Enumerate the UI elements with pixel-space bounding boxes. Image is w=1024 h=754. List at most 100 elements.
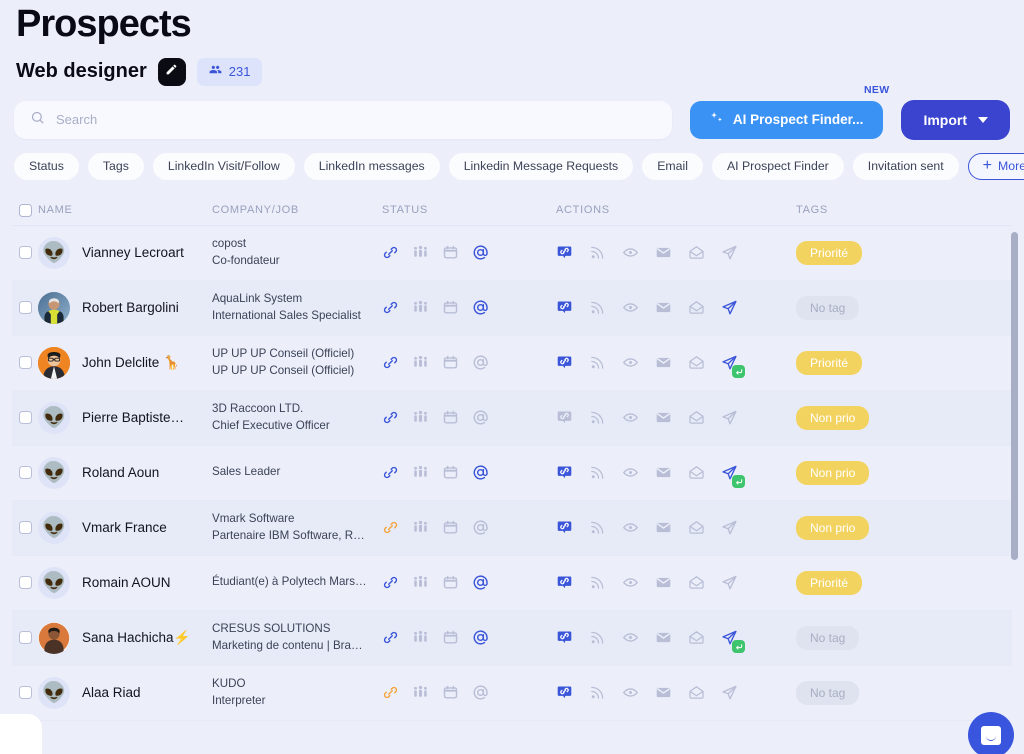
tags-cell[interactable]: Non prio: [796, 460, 1012, 485]
calendar-icon[interactable]: [442, 519, 459, 536]
mail-icon[interactable]: [655, 684, 672, 701]
people-icon[interactable]: [412, 464, 429, 481]
eye-icon[interactable]: [622, 629, 639, 646]
link-message-icon[interactable]: [556, 629, 573, 646]
people-icon[interactable]: [412, 684, 429, 701]
people-icon[interactable]: [412, 299, 429, 316]
row-checkbox[interactable]: [18, 466, 32, 480]
eye-icon[interactable]: [622, 244, 639, 261]
people-icon[interactable]: [412, 409, 429, 426]
link-icon[interactable]: [382, 574, 399, 591]
send-message-icon[interactable]: [721, 244, 738, 261]
row-checkbox[interactable]: [18, 686, 32, 700]
link-message-icon[interactable]: [556, 574, 573, 591]
people-icon[interactable]: [412, 244, 429, 261]
link-icon[interactable]: [382, 684, 399, 701]
tags-cell[interactable]: No tag: [796, 295, 1012, 320]
filter-chip-linkedin-visit-follow[interactable]: LinkedIn Visit/Follow: [152, 152, 295, 180]
send-message-icon[interactable]: [721, 409, 738, 426]
send-message-icon[interactable]: [721, 464, 745, 489]
calendar-icon[interactable]: [442, 574, 459, 591]
import-button[interactable]: Import: [901, 99, 1010, 140]
table-row[interactable]: 👽 Vmark France Vmark Software Partenaire…: [12, 500, 1012, 556]
prospect-name-cell[interactable]: John Delclite 🦒: [38, 346, 212, 379]
tag-badge[interactable]: No tag: [796, 625, 860, 650]
tags-cell[interactable]: Non prio: [796, 515, 1012, 540]
send-message-icon[interactable]: [721, 574, 738, 591]
rss-icon[interactable]: [589, 299, 606, 316]
tag-badge[interactable]: Priorité: [796, 350, 863, 375]
row-checkbox[interactable]: [18, 301, 32, 315]
calendar-icon[interactable]: [442, 629, 459, 646]
link-icon[interactable]: [382, 519, 399, 536]
mail-icon[interactable]: [655, 519, 672, 536]
row-checkbox[interactable]: [18, 521, 32, 535]
at-icon[interactable]: [472, 409, 489, 426]
mail-open-icon[interactable]: [688, 299, 705, 316]
people-icon[interactable]: [412, 629, 429, 646]
rss-icon[interactable]: [589, 574, 606, 591]
mail-open-icon[interactable]: [688, 574, 705, 591]
prospect-name-cell[interactable]: 👽 Alaa Riad: [38, 676, 212, 709]
link-icon[interactable]: [382, 354, 399, 371]
link-icon[interactable]: [382, 244, 399, 261]
filter-chip-linkedin-messages[interactable]: LinkedIn messages: [303, 152, 440, 180]
rss-icon[interactable]: [589, 244, 606, 261]
people-icon[interactable]: [412, 574, 429, 591]
tag-badge[interactable]: No tag: [796, 680, 860, 705]
edit-audience-button[interactable]: [157, 57, 186, 86]
link-icon[interactable]: [382, 299, 399, 316]
rss-icon[interactable]: [589, 519, 606, 536]
select-all-checkbox[interactable]: [18, 203, 32, 217]
row-checkbox[interactable]: [18, 576, 32, 590]
mail-icon[interactable]: [655, 574, 672, 591]
eye-icon[interactable]: [622, 519, 639, 536]
table-row[interactable]: Sana Hachicha⚡ CRESUS SOLUTIONS Marketin…: [12, 610, 1012, 666]
send-message-icon[interactable]: [721, 519, 738, 536]
tag-badge[interactable]: Non prio: [796, 460, 870, 485]
send-message-icon[interactable]: [721, 354, 745, 379]
row-checkbox[interactable]: [18, 246, 32, 260]
vertical-scrollbar[interactable]: [1011, 232, 1018, 560]
link-message-icon[interactable]: [556, 299, 573, 316]
calendar-icon[interactable]: [442, 244, 459, 261]
table-row[interactable]: 👽 Romain AOUN Étudiant(e) à Polytech Mar…: [12, 556, 1012, 611]
tags-cell[interactable]: Priorité: [796, 350, 1012, 375]
people-icon[interactable]: [412, 354, 429, 371]
rss-icon[interactable]: [589, 464, 606, 481]
filter-chip-linkedin-message-requests[interactable]: Linkedin Message Requests: [448, 152, 634, 180]
calendar-icon[interactable]: [442, 409, 459, 426]
send-message-icon[interactable]: [721, 684, 738, 701]
tag-badge[interactable]: Priorité: [796, 240, 863, 265]
at-icon[interactable]: [472, 684, 489, 701]
at-icon[interactable]: [472, 574, 489, 591]
at-icon[interactable]: [472, 244, 489, 261]
at-icon[interactable]: [472, 629, 489, 646]
tags-cell[interactable]: No tag: [796, 625, 1012, 650]
link-icon[interactable]: [382, 629, 399, 646]
tag-badge[interactable]: Priorité: [796, 570, 863, 595]
calendar-icon[interactable]: [442, 354, 459, 371]
prospect-name-cell[interactable]: 👽 Romain AOUN: [38, 566, 212, 599]
tags-cell[interactable]: Priorité: [796, 240, 1012, 265]
mail-icon[interactable]: [655, 464, 672, 481]
rss-icon[interactable]: [589, 684, 606, 701]
prospect-name-cell[interactable]: 👽 Vmark France: [38, 511, 212, 544]
table-row[interactable]: 👽 Vianney Lecroart copost Co-fondateur P…: [12, 226, 1012, 281]
search-input[interactable]: [56, 112, 656, 128]
mail-icon[interactable]: [655, 299, 672, 316]
mail-icon[interactable]: [655, 244, 672, 261]
rss-icon[interactable]: [589, 354, 606, 371]
prospect-name-cell[interactable]: 👽 Pierre Baptiste…: [38, 401, 212, 434]
search-box[interactable]: [14, 100, 672, 139]
prospect-name-cell[interactable]: 👽 Roland Aoun: [38, 456, 212, 489]
table-row[interactable]: John Delclite 🦒 UP UP UP Conseil (Offici…: [12, 336, 1012, 391]
eye-icon[interactable]: [622, 409, 639, 426]
row-checkbox[interactable]: [18, 411, 32, 425]
link-message-icon[interactable]: [556, 409, 573, 426]
prospect-count-chip[interactable]: 231: [196, 57, 263, 86]
link-message-icon[interactable]: [556, 519, 573, 536]
tags-cell[interactable]: Non prio: [796, 405, 1012, 430]
prospect-name-cell[interactable]: 👽 Vianney Lecroart: [38, 236, 212, 269]
at-icon[interactable]: [472, 519, 489, 536]
